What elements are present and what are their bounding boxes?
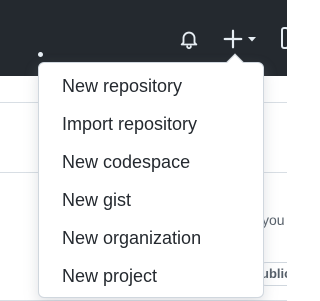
plus-icon — [223, 29, 243, 49]
menu-item-import-repository[interactable]: Import repository — [39, 105, 263, 143]
create-menu: New repository Import repository New cod… — [38, 53, 264, 298]
menu-item-new-gist[interactable]: New gist — [39, 181, 263, 219]
header-dot — [38, 52, 43, 57]
notifications-button[interactable] — [176, 26, 202, 52]
menu-item-new-repository[interactable]: New repository — [39, 67, 263, 105]
screen: you ublic New repository Import reposito… — [0, 0, 287, 301]
bell-icon — [180, 31, 198, 50]
avatar-edge[interactable] — [281, 27, 287, 49]
caret-down-icon — [248, 37, 256, 42]
create-new-button[interactable] — [222, 26, 268, 52]
background-text-fragment: you — [262, 212, 285, 228]
menu-item-new-organization[interactable]: New organization — [39, 219, 263, 257]
menu-item-new-codespace[interactable]: New codespace — [39, 143, 263, 181]
menu-item-new-project[interactable]: New project — [39, 257, 263, 295]
